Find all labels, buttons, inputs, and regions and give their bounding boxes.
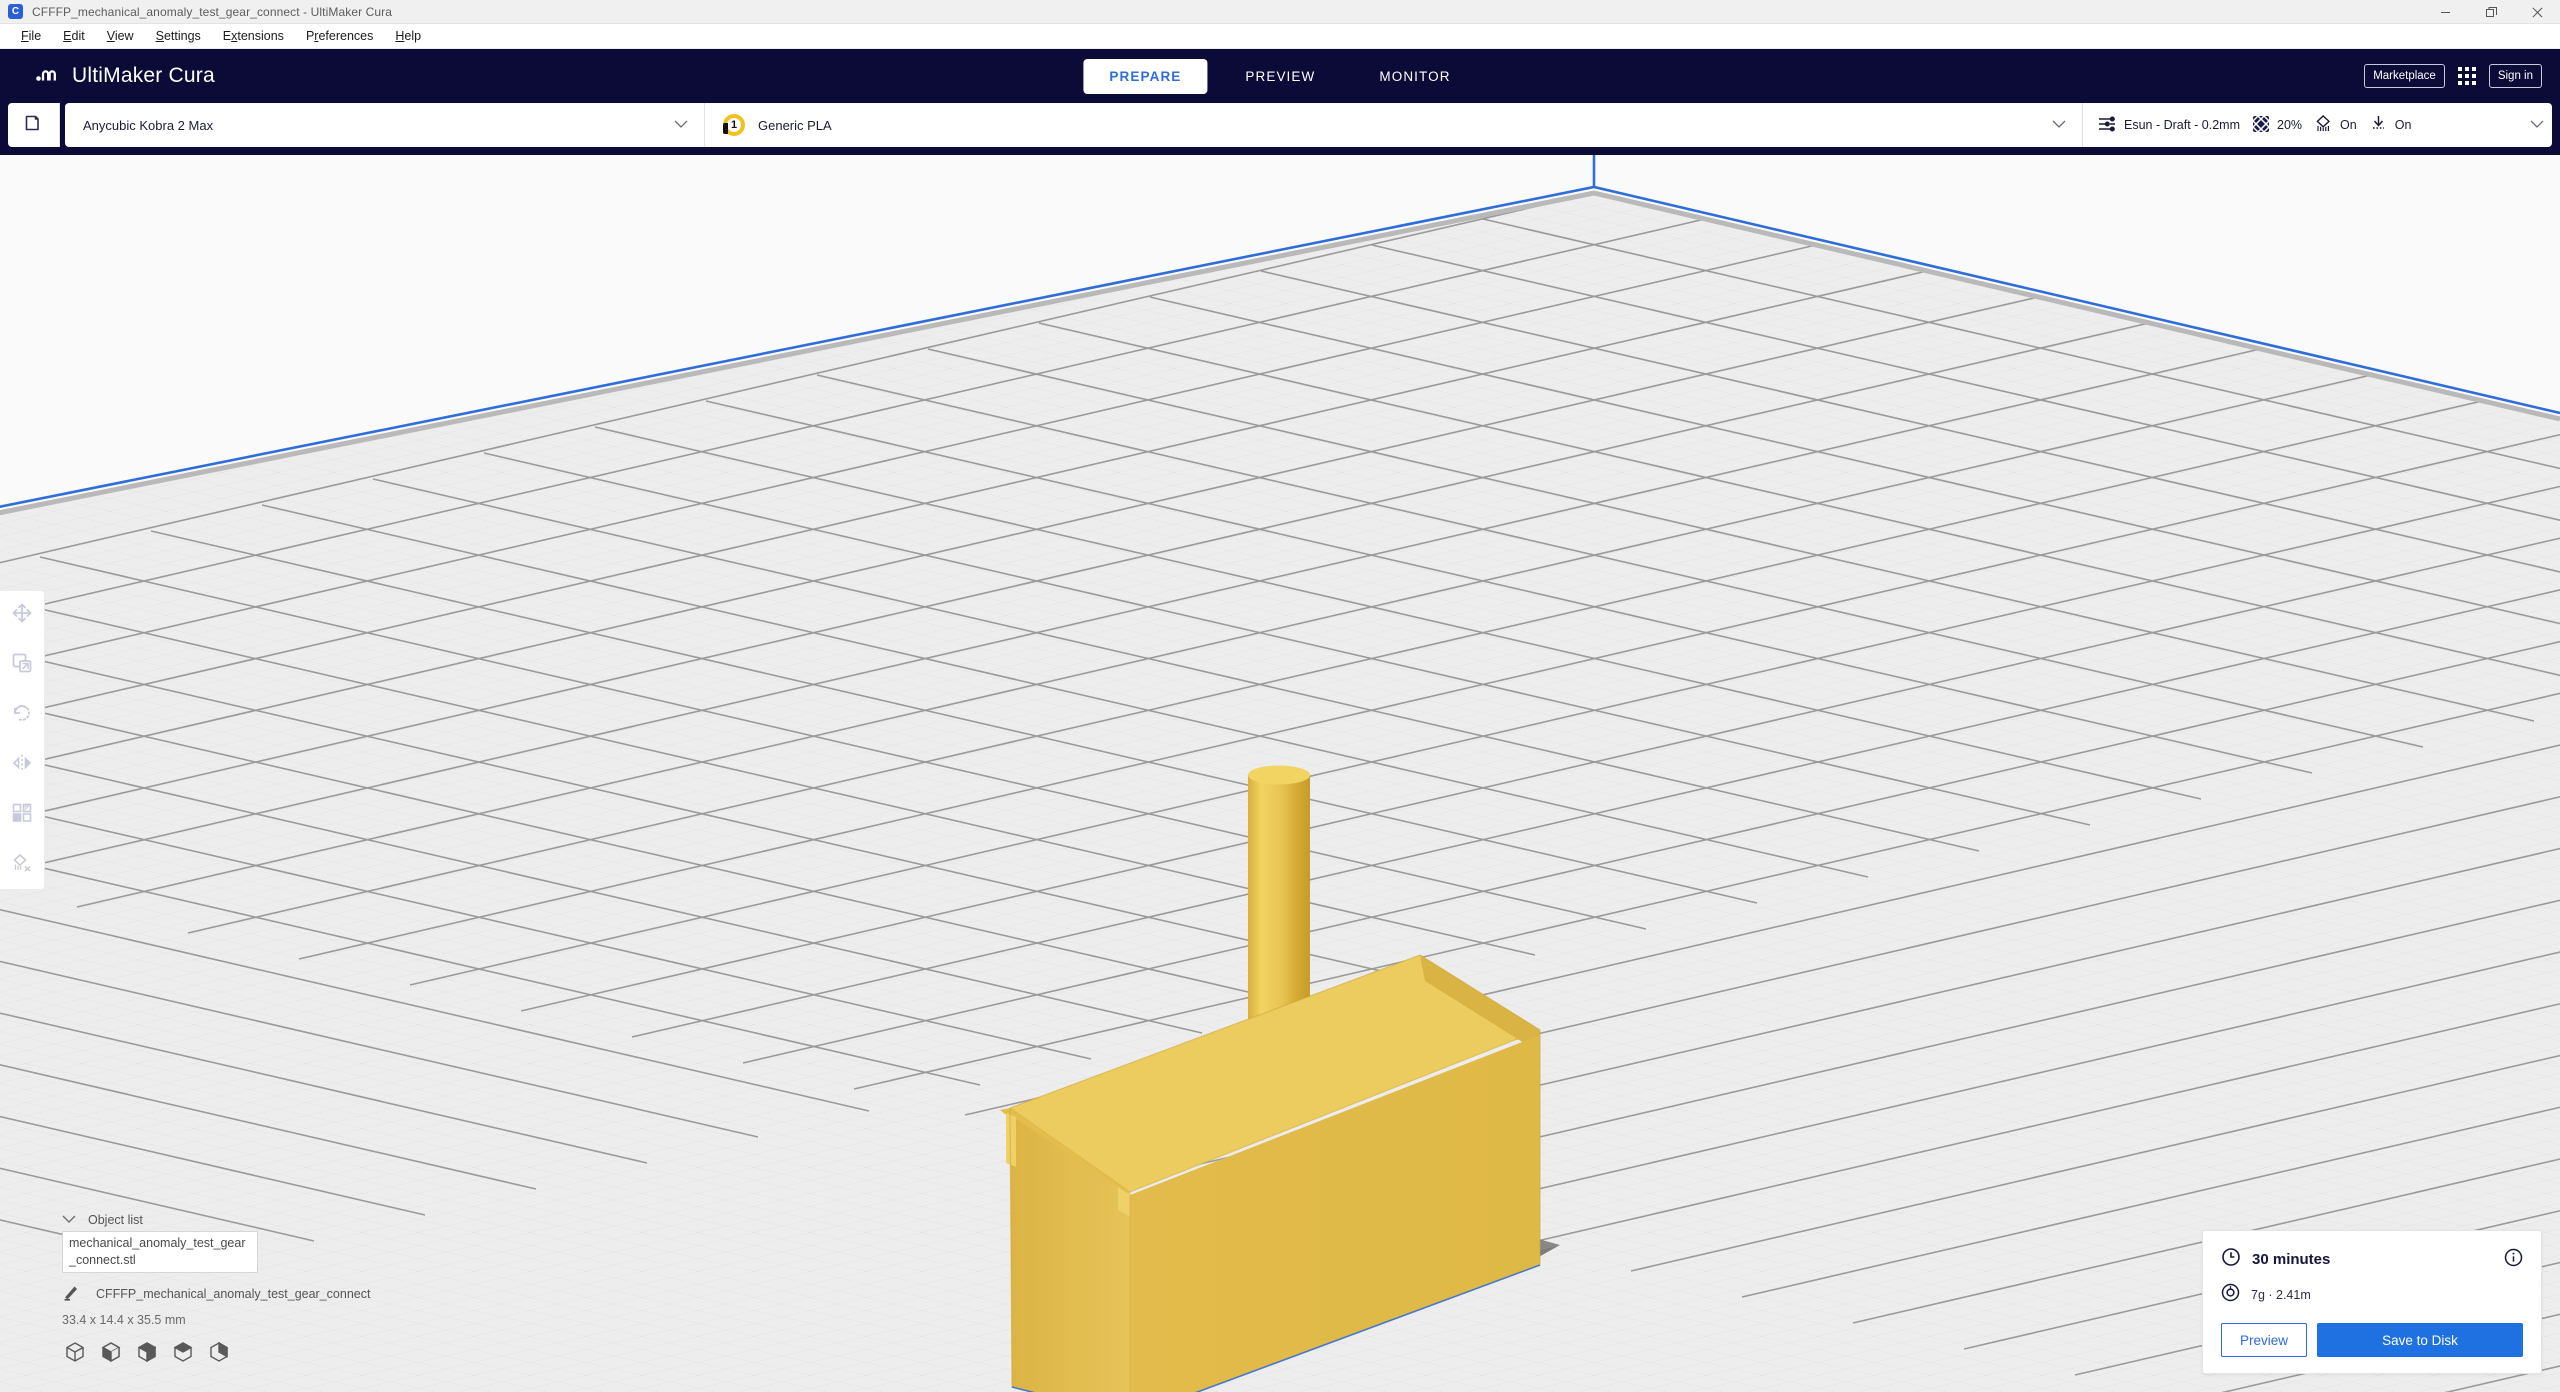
object-list-panel: Object list mechanical_anomaly_test_gear…	[62, 1213, 392, 1367]
chevron-down-icon	[2052, 116, 2066, 134]
support-blocker-tool[interactable]	[6, 849, 38, 881]
infill-setting: 20%	[2252, 114, 2303, 136]
view-mode-preview[interactable]	[170, 1341, 196, 1367]
print-profile-label: Esun - Draft - 0.2mm	[2124, 118, 2240, 132]
print-settings-selector[interactable]: Esun - Draft - 0.2mm 20% On On	[2082, 103, 2552, 147]
mirror-tool[interactable]	[6, 749, 38, 781]
menubar: File Edit View Settings Extensions Prefe…	[0, 24, 2560, 49]
rotate-tool[interactable]	[6, 699, 38, 731]
material-usage-row: 7g · 2.41m	[2221, 1283, 2523, 1307]
open-folder-icon	[23, 112, 45, 139]
configuration-bar: Anycubic Kobra 2 Max 1 Generic PLA Esun …	[0, 103, 2560, 155]
scale-tool[interactable]	[6, 649, 38, 681]
sliders-icon	[2097, 114, 2117, 137]
build-plate-3d	[0, 155, 2560, 1392]
window-controls	[2422, 0, 2560, 24]
tab-prepare[interactable]: PREPARE	[1083, 58, 1208, 94]
per-model-settings-icon	[11, 802, 33, 829]
support-setting: On	[2314, 114, 2357, 136]
cube-side-icon	[207, 1340, 231, 1369]
topbar-actions: Marketplace Sign in	[2364, 63, 2542, 89]
support-blocker-icon	[11, 852, 33, 879]
material-usage-value: 7g · 2.41m	[2251, 1288, 2311, 1302]
infill-value: 20%	[2277, 118, 2303, 132]
extruder-number: 1	[730, 119, 738, 131]
menu-help[interactable]: Help	[384, 26, 432, 46]
minimize-icon[interactable]	[2422, 0, 2468, 24]
extruder-1-icon: 1	[723, 114, 745, 136]
adhesion-icon	[2369, 114, 2388, 136]
window-titlebar: C CFFFP_mechanical_anomaly_test_gear_con…	[0, 0, 2560, 24]
print-profile: Esun - Draft - 0.2mm	[2097, 114, 2240, 137]
cura-topbar: UltiMaker Cura PREPARE PREVIEW MONITOR M…	[0, 49, 2560, 103]
object-list-label: Object list	[88, 1213, 143, 1228]
scale-icon	[11, 652, 33, 679]
restore-icon[interactable]	[2468, 0, 2514, 24]
menu-preferences[interactable]: Preferences	[295, 26, 384, 46]
object-list-item[interactable]: CFFFP_mechanical_anomaly_test_gear_conne…	[62, 1283, 392, 1304]
object-list-header[interactable]: Object list	[62, 1213, 392, 1227]
tab-preview[interactable]: PREVIEW	[1219, 59, 1341, 94]
pencil-icon	[62, 1283, 80, 1304]
per-model-settings-tool[interactable]	[6, 799, 38, 831]
adhesion-setting: On	[2369, 114, 2412, 136]
chevron-down-icon	[2530, 116, 2544, 134]
print-time-value: 30 minutes	[2252, 1251, 2331, 1268]
info-icon[interactable]	[2504, 1248, 2523, 1272]
cube-half-icon	[135, 1340, 159, 1369]
object-filename-tooltip: mechanical_anomaly_test_gear_connect.stl	[62, 1231, 258, 1273]
infill-icon	[2252, 114, 2270, 136]
mirror-icon	[11, 752, 33, 779]
move-tool[interactable]	[6, 599, 38, 631]
printer-name: Anycubic Kobra 2 Max	[83, 117, 214, 133]
material-selector[interactable]: 1 Generic PLA	[705, 103, 2082, 147]
view-mode-buttons	[62, 1341, 392, 1367]
menu-edit[interactable]: Edit	[52, 26, 96, 46]
support-icon	[2314, 114, 2333, 136]
job-actions: Preview Save to Disk	[2221, 1323, 2523, 1357]
view-mode-solid[interactable]	[62, 1341, 88, 1367]
menu-file-label: ile	[28, 29, 42, 43]
stage-tabs: PREPARE PREVIEW MONITOR	[1077, 49, 1482, 103]
chevron-down-icon	[62, 1213, 76, 1227]
view-mode-xray[interactable]	[98, 1341, 124, 1367]
close-icon[interactable]	[2514, 0, 2560, 24]
object-list-item-label: CFFFP_mechanical_anomaly_test_gear_conne…	[96, 1286, 371, 1301]
chevron-down-icon	[674, 116, 688, 134]
support-value: On	[2340, 118, 2357, 132]
cube-top-icon	[171, 1340, 195, 1369]
cura-app-icon: C	[8, 4, 23, 19]
marketplace-button[interactable]: Marketplace	[2364, 63, 2445, 89]
cube-wire-icon	[63, 1340, 87, 1369]
open-file-button[interactable]	[8, 103, 60, 147]
sign-in-button[interactable]: Sign in	[2488, 63, 2542, 89]
menu-view[interactable]: View	[96, 26, 145, 46]
left-toolbar	[0, 590, 45, 890]
rotate-icon	[11, 702, 33, 729]
menu-file[interactable]: File	[10, 26, 52, 46]
printer-selector[interactable]: Anycubic Kobra 2 Max	[65, 103, 705, 147]
clock-icon	[2221, 1247, 2241, 1272]
spool-icon	[2221, 1283, 2240, 1307]
build-plate-viewport[interactable]: Object list mechanical_anomaly_test_gear…	[0, 155, 2560, 1392]
material-name: Generic PLA	[758, 117, 832, 133]
menu-extensions[interactable]: Extensions	[212, 26, 295, 46]
preview-button[interactable]: Preview	[2221, 1323, 2307, 1357]
brand-title: UltiMaker Cura	[72, 64, 215, 87]
apps-grid-icon[interactable]	[2457, 67, 2476, 85]
print-job-panel: 30 minutes 7g · 2.41m Preview Save to Di…	[2202, 1230, 2542, 1374]
view-mode-layers[interactable]	[134, 1341, 160, 1367]
save-to-disk-button[interactable]: Save to Disk	[2317, 1323, 2523, 1357]
menu-settings[interactable]: Settings	[145, 26, 212, 46]
move-icon	[11, 602, 33, 629]
brand: UltiMaker Cura	[36, 64, 215, 88]
adhesion-value: On	[2394, 118, 2412, 132]
tab-monitor[interactable]: MONITOR	[1353, 59, 1476, 94]
object-dimensions: 33.4 x 14.4 x 35.5 mm	[62, 1313, 186, 1327]
view-mode-compatibility[interactable]	[206, 1341, 232, 1367]
ultimaker-logo-icon	[36, 66, 62, 87]
cube-filled-icon	[99, 1340, 123, 1369]
print-time-row: 30 minutes	[2221, 1247, 2523, 1272]
window-title: CFFFP_mechanical_anomaly_test_gear_conne…	[32, 4, 393, 19]
